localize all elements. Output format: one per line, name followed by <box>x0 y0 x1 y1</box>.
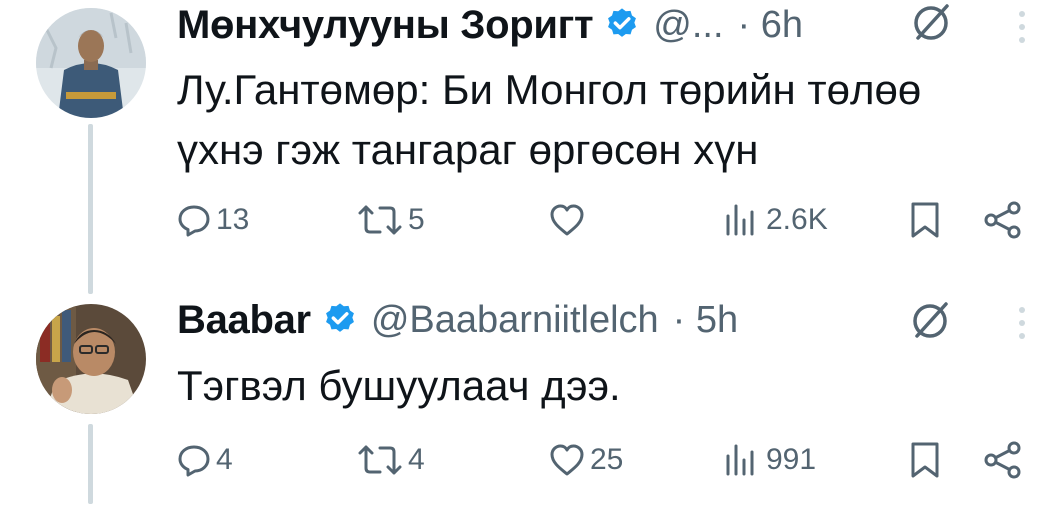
bookmark-icon <box>911 442 939 478</box>
like-button[interactable]: 25 <box>548 435 623 485</box>
tweet-header: Baabar @Baabarniitlelch · 5h <box>177 297 948 343</box>
verified-badge-icon <box>325 303 354 332</box>
display-name[interactable]: Мөнхчулууны Зоригт <box>177 3 594 48</box>
bookmark-button[interactable] <box>908 195 942 245</box>
like-icon <box>550 204 584 236</box>
repost-count: 4 <box>408 443 425 476</box>
share-button[interactable] <box>982 195 1024 245</box>
views-button[interactable]: 2.6K <box>722 195 828 245</box>
more-vertical-icon[interactable] <box>1012 4 1032 50</box>
action-bar: 4 4 25 991 <box>0 435 1038 485</box>
reply-button[interactable]: 13 <box>176 195 249 245</box>
reply-icon <box>178 445 210 477</box>
like-button[interactable] <box>548 195 590 245</box>
views-count: 991 <box>766 443 817 476</box>
repost-count: 5 <box>408 203 425 236</box>
views-button[interactable]: 991 <box>722 435 816 485</box>
share-icon <box>984 441 1021 479</box>
tweet[interactable]: Baabar @Baabarniitlelch · 5h Тэгвэл бушу… <box>0 290 1038 505</box>
views-icon <box>726 204 754 236</box>
repost-icon <box>358 205 402 235</box>
views-count: 2.6K <box>766 203 828 236</box>
tweet-text: Лу.Гантөмөр: Би Монгол төрийн төлөө үхнэ… <box>177 60 1008 180</box>
reply-icon <box>178 205 210 237</box>
reply-count: 13 <box>216 203 250 236</box>
tweet-text-line: үхнэ гэж тангараг өргөсөн хүн <box>177 126 759 173</box>
verified-badge-icon <box>608 8 637 37</box>
repost-button[interactable]: 4 <box>356 435 425 485</box>
grok-icon[interactable] <box>904 294 956 346</box>
views-icon <box>726 444 754 476</box>
reply-count: 4 <box>216 443 233 476</box>
share-button[interactable] <box>982 435 1024 485</box>
display-name[interactable]: Baabar <box>177 298 311 343</box>
tweet-header: Мөнхчулууны Зоригт @... · 6h <box>177 2 948 48</box>
repost-icon <box>358 445 402 475</box>
avatar[interactable] <box>36 8 146 118</box>
timestamp[interactable]: · 5h <box>673 299 738 342</box>
like-icon <box>550 444 584 476</box>
more-vertical-icon[interactable] <box>1012 300 1032 346</box>
action-bar: 13 5 2.6K <box>0 195 1038 245</box>
tweet[interactable]: Мөнхчулууны Зоригт @... · 6h Лу.Гантөмөр… <box>0 0 1038 294</box>
repost-button[interactable]: 5 <box>356 195 425 245</box>
like-count: 25 <box>590 443 624 476</box>
bookmark-icon <box>911 202 939 238</box>
share-icon <box>984 201 1021 239</box>
grok-icon[interactable] <box>905 0 957 48</box>
reply-button[interactable]: 4 <box>176 435 233 485</box>
avatar[interactable] <box>36 304 146 414</box>
tweet-text-line: Лу.Гантөмөр: Би Монгол төрийн төлөө <box>177 66 922 113</box>
handle[interactable]: @... <box>653 4 723 47</box>
tweet-text-line: Тэгвэл бушуулаач дээ. <box>177 362 621 409</box>
handle[interactable]: @Baabarniitlelch <box>371 299 659 342</box>
bookmark-button[interactable] <box>908 435 942 485</box>
tweet-text: Тэгвэл бушуулаач дээ. <box>177 356 1008 416</box>
timestamp[interactable]: · 6h <box>738 4 803 47</box>
